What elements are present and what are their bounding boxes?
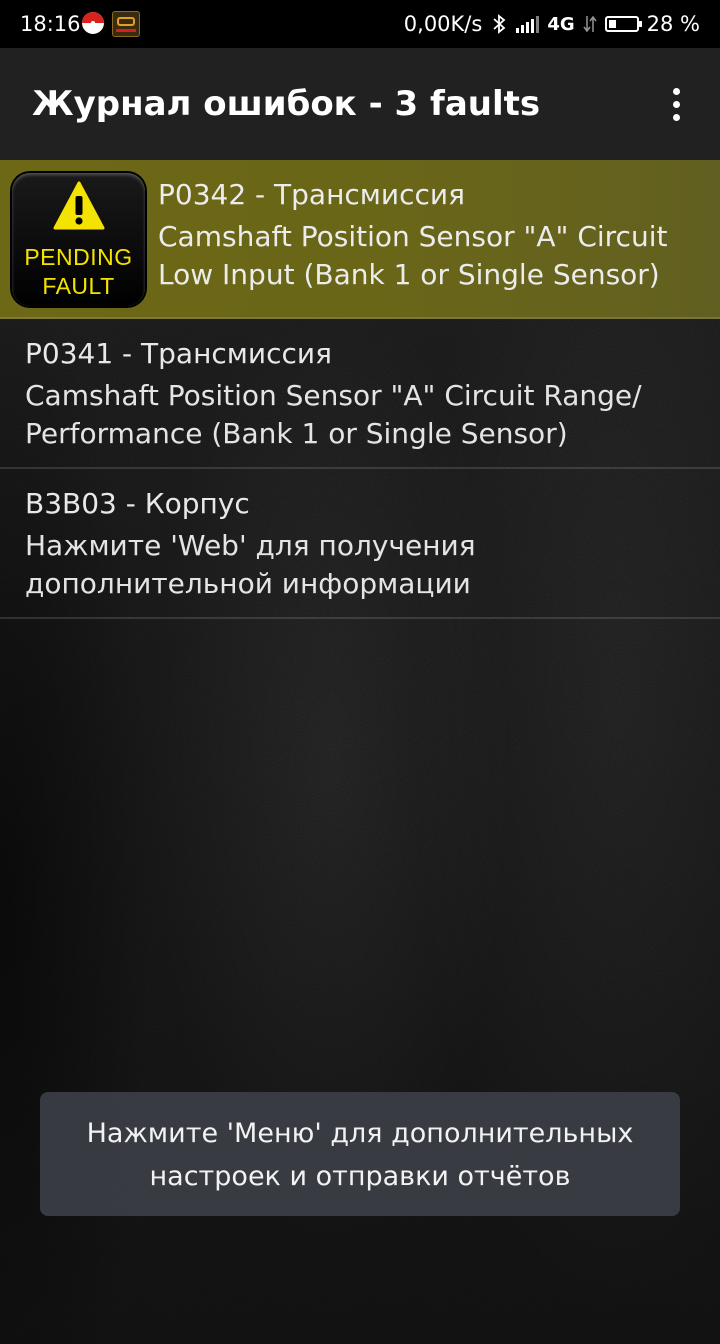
overflow-dot-icon: [673, 114, 680, 121]
fault-code: P0341 - Трансмиссия: [25, 337, 332, 370]
overflow-dot-icon: [673, 88, 680, 95]
notification-app-icon: [82, 12, 104, 34]
battery-percent: 28 %: [646, 12, 700, 36]
toast-message: Нажмите 'Меню' для дополнительных настро…: [40, 1092, 680, 1216]
app-bar: Журнал ошибок - 3 faults: [0, 48, 720, 160]
bluetooth-icon: [493, 14, 506, 34]
toast-line: Нажмите 'Меню' для дополнительных: [86, 1118, 634, 1149]
status-time: 18:16: [20, 12, 81, 36]
battery-icon: [604, 16, 642, 32]
fault-row-b3b03[interactable]: B3B03 - Корпус Нажмите 'Web' для получен…: [0, 469, 720, 619]
fault-list: PENDING FAULT P0342 - Трансмиссия Camsha…: [0, 160, 720, 619]
toast-line: настроек и отправки отчётов: [149, 1161, 571, 1192]
overflow-dot-icon: [673, 101, 680, 108]
page-title: Журнал ошибок - 3 faults: [32, 84, 541, 124]
fault-code: P0342 - Трансмиссия: [158, 178, 465, 211]
fault-row-p0342[interactable]: PENDING FAULT P0342 - Трансмиссия Camsha…: [0, 160, 720, 319]
obd-app-notification-icon: [112, 11, 140, 37]
fault-description: Camshaft Position Sensor "A" Circuit Low…: [158, 220, 668, 291]
pending-fault-label: PENDING FAULT: [24, 244, 133, 299]
fault-description: Нажмите 'Web' для получения дополнительн…: [25, 529, 476, 600]
network-type: 4G: [547, 13, 575, 35]
fault-description: Camshaft Position Sensor "A" Circuit Ran…: [25, 379, 642, 450]
fault-code: B3B03 - Корпус: [25, 487, 250, 520]
data-activity-icon: [583, 15, 597, 33]
signal-strength-icon: [516, 15, 540, 33]
pending-fault-badge: PENDING FAULT: [12, 173, 145, 306]
status-right-group: 0,00K/s 4G 28 %: [404, 12, 700, 36]
net-speed: 0,00K/s: [403, 12, 483, 36]
fault-row-p0341[interactable]: P0341 - Трансмиссия Camshaft Position Se…: [0, 319, 720, 469]
status-bar: 18:16 0,00K/s 4G 28 %: [0, 0, 720, 48]
warning-triangle-icon: [53, 181, 105, 230]
overflow-menu-button[interactable]: [656, 84, 696, 124]
